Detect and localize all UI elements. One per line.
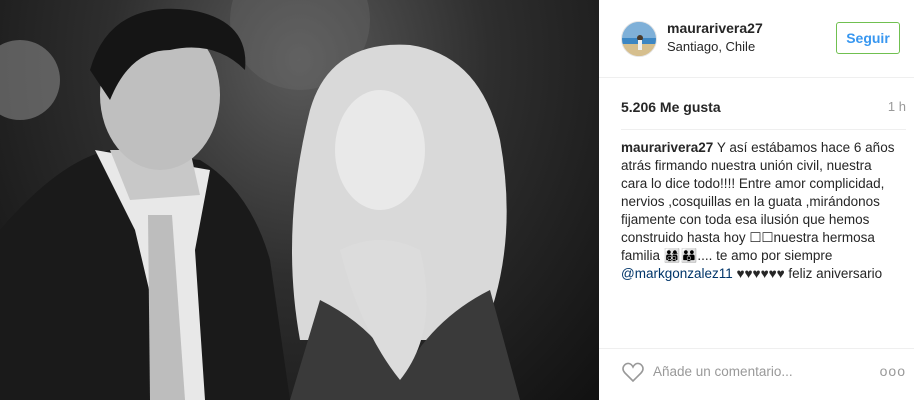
post-time[interactable]: 1 h (888, 99, 906, 114)
post-footer: ooo (599, 348, 914, 400)
post-panel: maurarivera27 Santiago, Chile Seguir 5.2… (599, 0, 914, 400)
divider (621, 129, 906, 130)
caption-text: Y así estábamos hace 6 años atrás firman… (621, 140, 895, 263)
caption-text-end: ♥♥♥♥♥♥ feliz aniversario (732, 266, 883, 281)
post-photo[interactable] (0, 0, 599, 400)
follow-button[interactable]: Seguir (836, 22, 900, 54)
likes-count[interactable]: 5.206 Me gusta (621, 99, 721, 115)
more-options-icon[interactable]: ooo (880, 363, 906, 379)
location[interactable]: Santiago, Chile (667, 39, 755, 54)
caption: maurarivera27 Y así estábamos hace 6 año… (621, 139, 901, 283)
caption-mention[interactable]: @markgonzalez11 (621, 266, 733, 281)
username[interactable]: maurarivera27 (667, 20, 763, 36)
avatar-image (622, 22, 656, 56)
post-header: maurarivera27 Santiago, Chile Seguir (599, 0, 914, 78)
post-photo-image (0, 0, 520, 400)
comment-input[interactable] (653, 358, 853, 384)
heart-icon[interactable] (621, 360, 645, 384)
caption-username[interactable]: maurarivera27 (621, 140, 713, 155)
avatar[interactable] (621, 21, 657, 57)
